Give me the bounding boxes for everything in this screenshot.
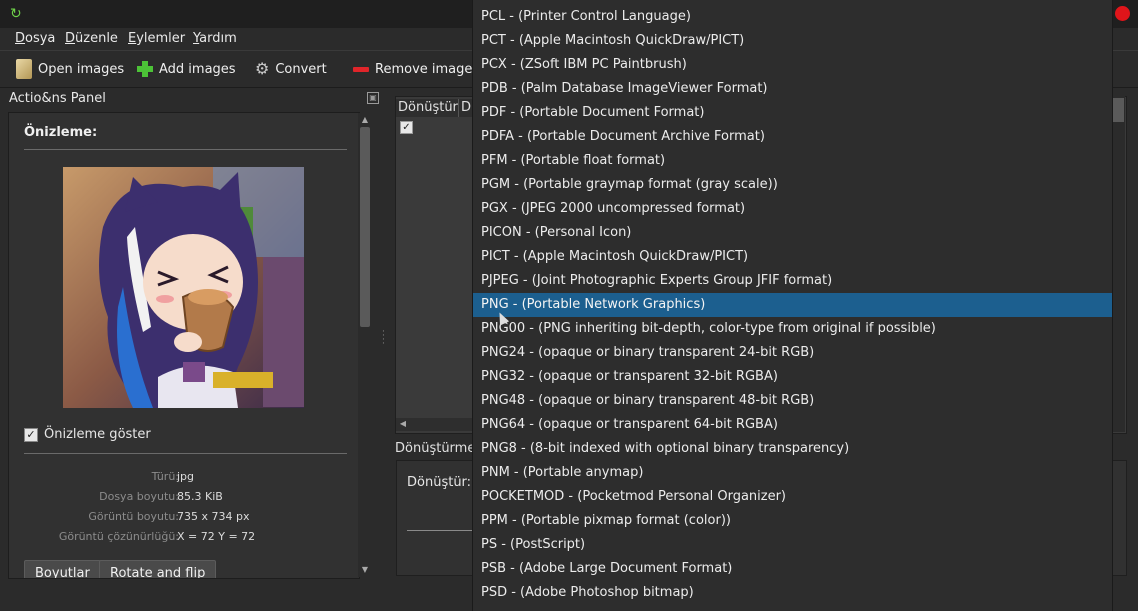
info-key: Türü:	[151, 470, 179, 483]
gear-icon: ⚙	[255, 59, 270, 78]
format-option[interactable]: PICON - (Personal Icon)	[473, 221, 1112, 245]
convert-to-label: Dönüştür:	[407, 475, 472, 490]
row-convert-checkbox[interactable]: ✓	[400, 121, 413, 134]
info-value: 85.3 KiB	[177, 490, 223, 503]
show-preview-row[interactable]: ✓ Önizleme göster	[24, 427, 151, 442]
menu-file[interactable]: Dosya	[15, 31, 55, 46]
actions-panel: Önizleme: ✓ Önizleme göster Türü: jpg Do…	[8, 112, 360, 579]
open-images-label: Open images	[38, 61, 125, 77]
info-value: X = 72 Y = 72	[177, 530, 256, 543]
format-option[interactable]: POCKETMOD - (Pocketmod Personal Organize…	[473, 485, 1112, 509]
info-key: Görüntü çözünürlüğü:	[58, 530, 179, 543]
format-option[interactable]: PNG00 - (PNG inheriting bit-depth, color…	[473, 317, 1112, 341]
convert-button[interactable]: ⚙ Convert	[255, 59, 327, 79]
preview-heading: Önizleme:	[24, 125, 98, 140]
table-vertical-scrollbar[interactable]	[1112, 96, 1125, 432]
format-option[interactable]: PDF - (Portable Document Format)	[473, 101, 1112, 125]
format-option[interactable]: PPM - (Portable pixmap format (color))	[473, 509, 1112, 533]
divider	[24, 149, 347, 150]
format-option[interactable]: PDB - (Palm Database ImageViewer Format)	[473, 77, 1112, 101]
format-option[interactable]: PNG - (Portable Network Graphics)	[473, 293, 1112, 317]
convert-section-label: Dönüştürme	[395, 441, 476, 456]
format-option[interactable]: PSB - (Adobe Large Document Format)	[473, 557, 1112, 581]
open-images-icon	[16, 59, 32, 79]
remove-minus-icon	[353, 66, 369, 72]
format-option[interactable]: PNM - (Portable anymap)	[473, 461, 1112, 485]
format-option[interactable]: PS - (PostScript)	[473, 533, 1112, 557]
format-option[interactable]: PNG32 - (opaque or transparent 32-bit RG…	[473, 365, 1112, 389]
format-option[interactable]: PSD - (Adobe Photoshop bitmap)	[473, 581, 1112, 605]
format-option[interactable]: PNG64 - (opaque or transparent 64-bit RG…	[473, 413, 1112, 437]
convert-label: Convert	[275, 61, 327, 77]
add-images-button[interactable]: Add images	[137, 59, 236, 79]
format-option[interactable]: PGX - (JPEG 2000 uncompressed format)	[473, 197, 1112, 221]
left-panel-scrollbar[interactable]: ▲ ▼	[358, 113, 372, 577]
format-option[interactable]: PICT - (Apple Macintosh QuickDraw/PICT)	[473, 245, 1112, 269]
info-value: 735 x 734 px	[177, 510, 250, 523]
format-option[interactable]: PFM - (Portable float format)	[473, 149, 1112, 173]
splitter-handle[interactable]: · · · ·	[382, 328, 386, 349]
float-panel-icon[interactable]: ▣	[367, 92, 379, 104]
menu-help[interactable]: Yardım	[193, 31, 237, 46]
format-option[interactable]: PJPEG - (Joint Photographic Experts Grou…	[473, 269, 1112, 293]
divider	[24, 453, 347, 454]
close-window-button[interactable]	[1115, 6, 1130, 21]
app-refresh-icon: ↻	[10, 6, 22, 22]
format-option[interactable]: PCX - (ZSoft IBM PC Paintbrush)	[473, 53, 1112, 77]
tab-rotate-flip[interactable]: Rotate and flip	[99, 560, 217, 578]
remove-images-button[interactable]: Remove images	[353, 59, 479, 79]
info-value: jpg	[177, 470, 195, 483]
format-option[interactable]: PCL - (Printer Control Language)	[473, 5, 1112, 29]
format-option[interactable]: PNG8 - (8-bit indexed with optional bina…	[473, 437, 1112, 461]
panel-title: Actio&ns Panel	[9, 91, 106, 106]
scroll-up-arrow-icon[interactable]: ▲	[360, 115, 370, 125]
format-dropdown-list[interactable]: PCL - (Printer Control Language) PCT - (A…	[472, 0, 1113, 611]
tab-sizes[interactable]: Boyutlar	[24, 560, 101, 578]
divider	[407, 530, 477, 531]
add-images-label: Add images	[159, 61, 236, 77]
show-preview-checkbox[interactable]: ✓	[24, 427, 38, 442]
format-option[interactable]: PGM - (Portable graymap format (gray sca…	[473, 173, 1112, 197]
format-option[interactable]: PNG48 - (opaque or binary transparent 48…	[473, 389, 1112, 413]
scrollbar-thumb[interactable]	[1113, 98, 1124, 122]
info-key: Dosya boyutu:	[99, 490, 179, 503]
open-images-button[interactable]: Open images	[16, 59, 124, 79]
show-preview-label: Önizleme göster	[44, 427, 151, 442]
format-option[interactable]: PCT - (Apple Macintosh QuickDraw/PICT)	[473, 29, 1112, 53]
scrollbar-thumb[interactable]	[360, 127, 370, 327]
scroll-left-arrow-icon[interactable]: ◀	[398, 419, 408, 429]
remove-images-label: Remove images	[375, 61, 480, 77]
menu-edit[interactable]: Düzenle	[65, 31, 118, 46]
scroll-down-arrow-icon[interactable]: ▼	[360, 565, 370, 575]
anime-girl-preview-picture	[63, 167, 304, 408]
actions-panel-header: Actio&ns Panel ▣	[0, 88, 380, 110]
info-key: Görüntü boyutu:	[88, 510, 179, 523]
menu-actions[interactable]: Eylemler	[128, 31, 185, 46]
column-header-convert[interactable]: Dönüştür	[396, 99, 459, 117]
preview-image	[63, 167, 304, 408]
format-option[interactable]: PNG24 - (opaque or binary transparent 24…	[473, 341, 1112, 365]
format-option[interactable]: PDFA - (Portable Document Archive Format…	[473, 125, 1112, 149]
add-plus-icon	[137, 61, 153, 77]
